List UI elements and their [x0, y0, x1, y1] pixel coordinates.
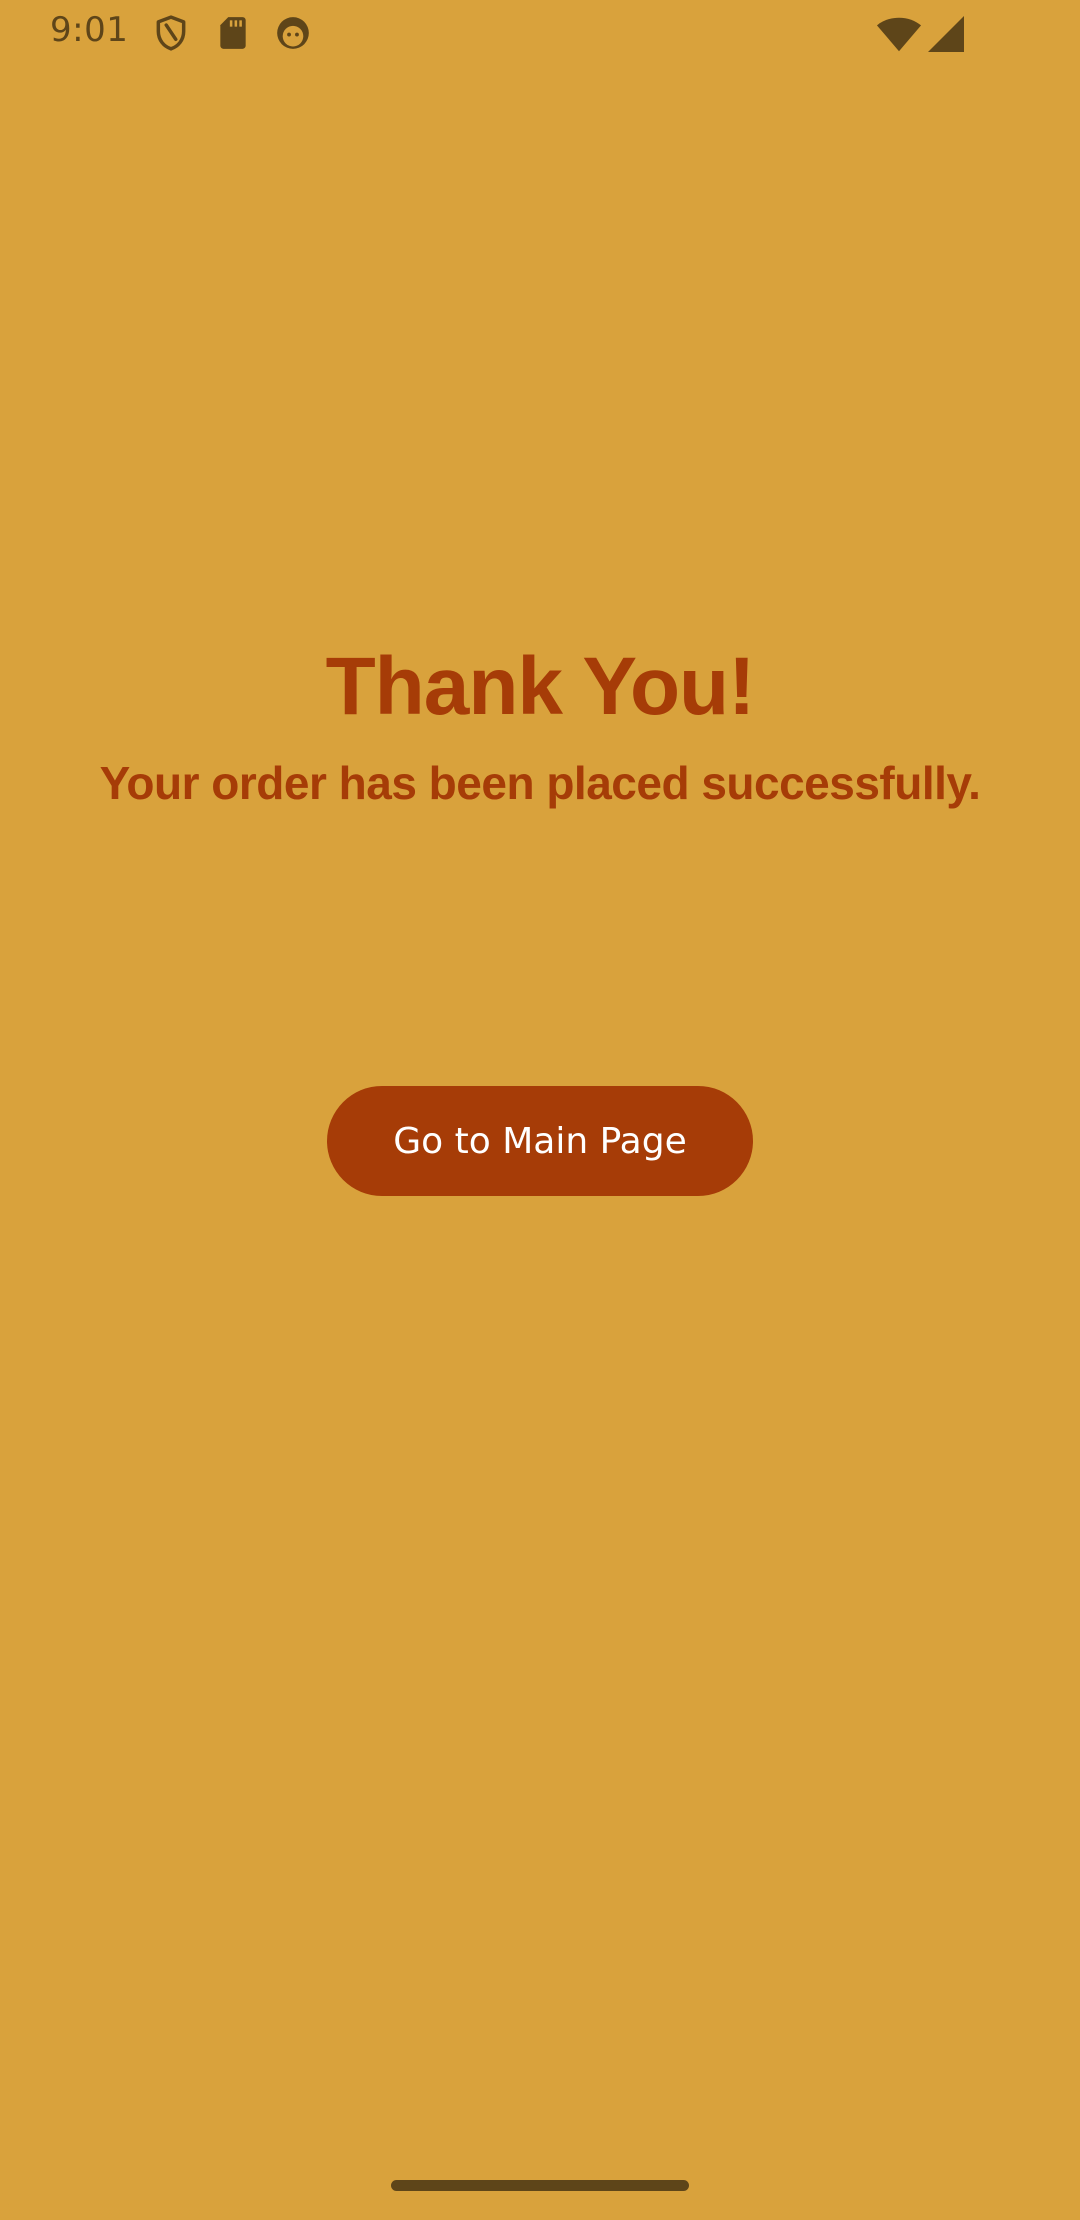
- go-to-main-page-button[interactable]: Go to Main Page: [327, 1086, 753, 1196]
- status-bar: 9:01: [0, 0, 1080, 66]
- page-title: Thank You!: [325, 641, 756, 732]
- status-time: 9:01: [50, 10, 129, 50]
- app-screen: 9:01 Thank You! Your order has been plac…: [0, 0, 1080, 2220]
- sd-card-icon: [214, 14, 252, 52]
- order-success-message: Your order has been placed successfully.: [99, 757, 981, 809]
- wifi-icon: [876, 14, 922, 54]
- cell-signal-icon: [926, 14, 966, 54]
- shield-icon: [152, 14, 190, 52]
- face-icon: [274, 14, 312, 52]
- home-indicator[interactable]: [391, 2180, 689, 2191]
